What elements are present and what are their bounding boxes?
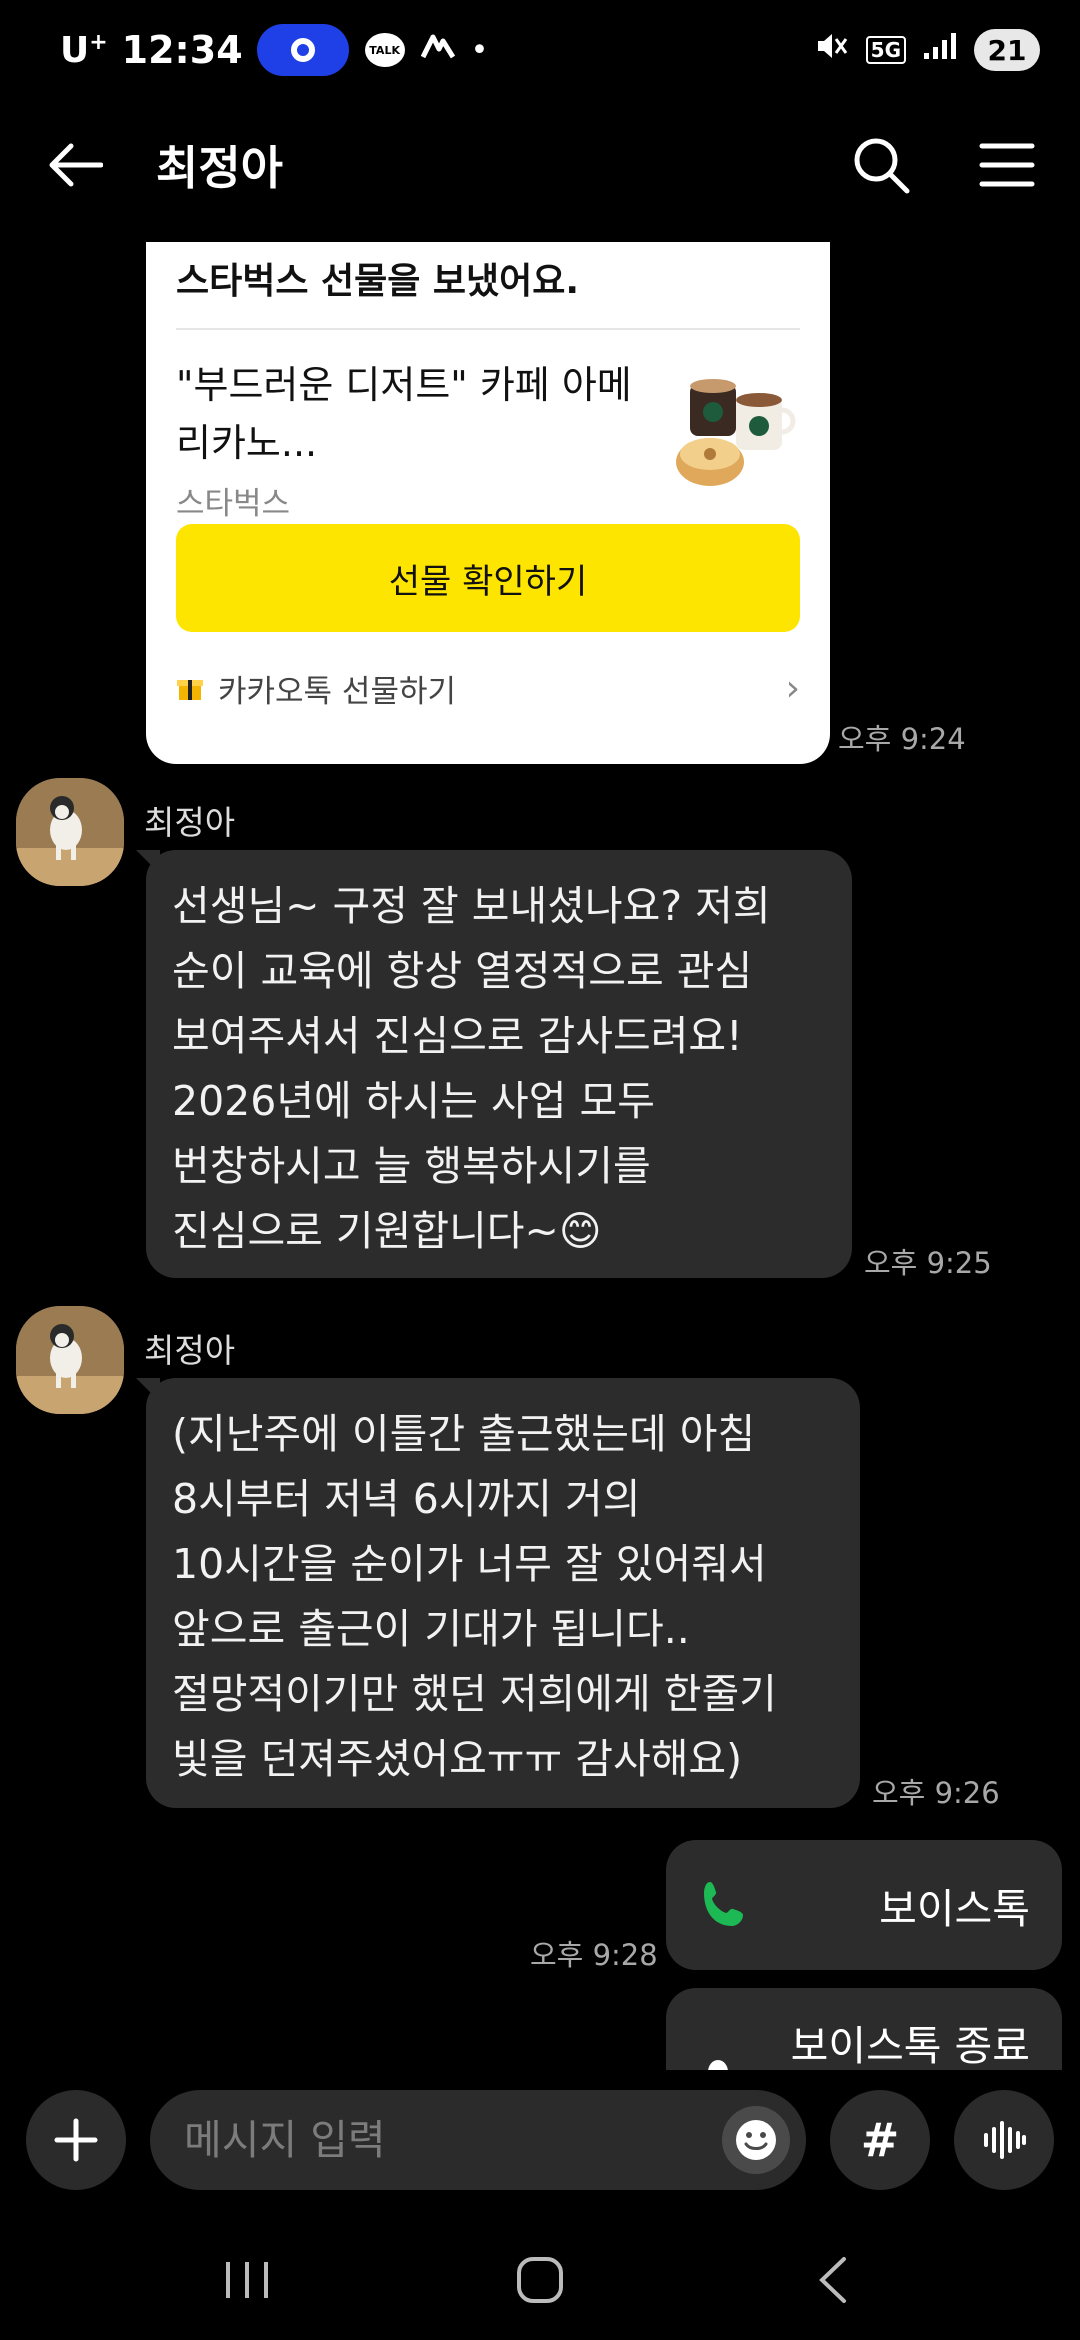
recent-apps-icon: [225, 2262, 268, 2298]
back-arrow-icon: [49, 143, 103, 187]
message-time: 오후 9:25: [864, 1246, 992, 1280]
emoticon-button[interactable]: [722, 2106, 790, 2174]
message-input-bar: #: [0, 2080, 1080, 2200]
gift-message-card[interactable]: 스타벅스 선물을 보냈어요. "부드러운 디저트" 카페 아메리카노... 스타…: [146, 242, 830, 764]
message-input[interactable]: [150, 2090, 806, 2190]
dog-profile-image: [16, 1306, 124, 1414]
voicetalk-ended-label: 보이스톡 종료: [790, 2022, 1030, 2070]
system-navigation-bar: [0, 2220, 1080, 2340]
gift-footer-label: 카카오톡 선물하기: [218, 673, 457, 710]
attach-button[interactable]: [26, 2090, 126, 2190]
chevron-right-icon: ›: [785, 667, 800, 709]
carrier-label: U+: [60, 29, 108, 71]
home-icon: [516, 2257, 563, 2303]
plus-icon: [54, 2118, 98, 2162]
kakaotalk-notification-icon: TALK: [364, 33, 405, 67]
message-bubble[interactable]: 선생님~ 구정 잘 보내셨나요? 저희 순이 교육에 항상 열정적으로 관심 보…: [146, 850, 852, 1278]
sender-name: 최정아: [144, 803, 236, 842]
status-time: 12:34: [121, 28, 243, 72]
message-time: 오후 9:28: [530, 1938, 658, 1972]
chat-title: 최정아: [156, 141, 283, 195]
check-gift-button[interactable]: 선물 확인하기: [176, 524, 800, 632]
hashtag-search-button[interactable]: #: [830, 2090, 930, 2190]
status-pill-icon: [256, 24, 349, 76]
network-5g-icon: 5G: [865, 36, 906, 64]
chevron-left-icon: [819, 2257, 847, 2303]
message-input-wrapper: [150, 2090, 806, 2190]
notification-app-icon: [420, 31, 455, 69]
kakaotalk-gift-link[interactable]: 카카오톡 선물하기 ›: [176, 632, 800, 744]
back-button[interactable]: [40, 130, 110, 200]
signal-icon: [922, 31, 958, 69]
battery-indicator: 21: [974, 29, 1040, 71]
voice-record-button[interactable]: [954, 2090, 1054, 2190]
search-icon: [854, 138, 910, 194]
hamburger-menu-icon: [979, 143, 1035, 187]
voicetalk-message[interactable]: 보이스톡: [666, 1840, 1062, 1970]
search-button[interactable]: [848, 132, 914, 198]
phone-end-icon: [708, 2060, 728, 2070]
gift-title: 스타벅스 선물을 보냈어요.: [176, 242, 800, 330]
avatar[interactable]: [16, 778, 124, 886]
phone-icon: [704, 1882, 743, 1926]
more-notifications-dot-icon: •: [470, 32, 489, 68]
system-back-button[interactable]: [783, 2240, 883, 2320]
recent-apps-button[interactable]: [197, 2240, 297, 2320]
gift-product-name: "부드러운 디저트" 카페 아메리카노...: [176, 363, 632, 465]
message-time: 오후 9:26: [872, 1776, 1000, 1810]
message-bubble[interactable]: (지난주에 이틀간 출근했는데 아침 8시부터 저녁 6시까지 거의 10시간을…: [146, 1378, 860, 1808]
chat-header: 최정아: [0, 110, 1080, 220]
voicetalk-ended-message[interactable]: 보이스톡 종료: [666, 1988, 1062, 2070]
sender-name: 최정아: [144, 1331, 236, 1370]
coffee-dessert-image: [676, 379, 796, 486]
audio-waveform-icon: [984, 2121, 1026, 2159]
gift-product[interactable]: "부드러운 디저트" 카페 아메리카노... 스타벅스: [176, 330, 800, 522]
home-button[interactable]: [490, 2240, 590, 2320]
emoji-smile-icon: [736, 2120, 776, 2160]
gift-box-icon: [177, 680, 203, 700]
chat-scroll-area[interactable]: 스타벅스 선물을 보냈어요. "부드러운 디저트" 카페 아메리카노... 스타…: [0, 230, 1080, 2070]
status-bar: U+ 12:34 TALK • 5G 21: [0, 0, 1080, 100]
menu-button[interactable]: [974, 132, 1040, 198]
hashtag-icon: #: [860, 2113, 900, 2167]
dog-profile-image: [16, 778, 124, 886]
message-time: 오후 9:24: [838, 722, 966, 756]
avatar[interactable]: [16, 1306, 124, 1414]
mute-icon: [814, 29, 850, 71]
voicetalk-label: 보이스톡: [879, 1885, 1030, 1933]
